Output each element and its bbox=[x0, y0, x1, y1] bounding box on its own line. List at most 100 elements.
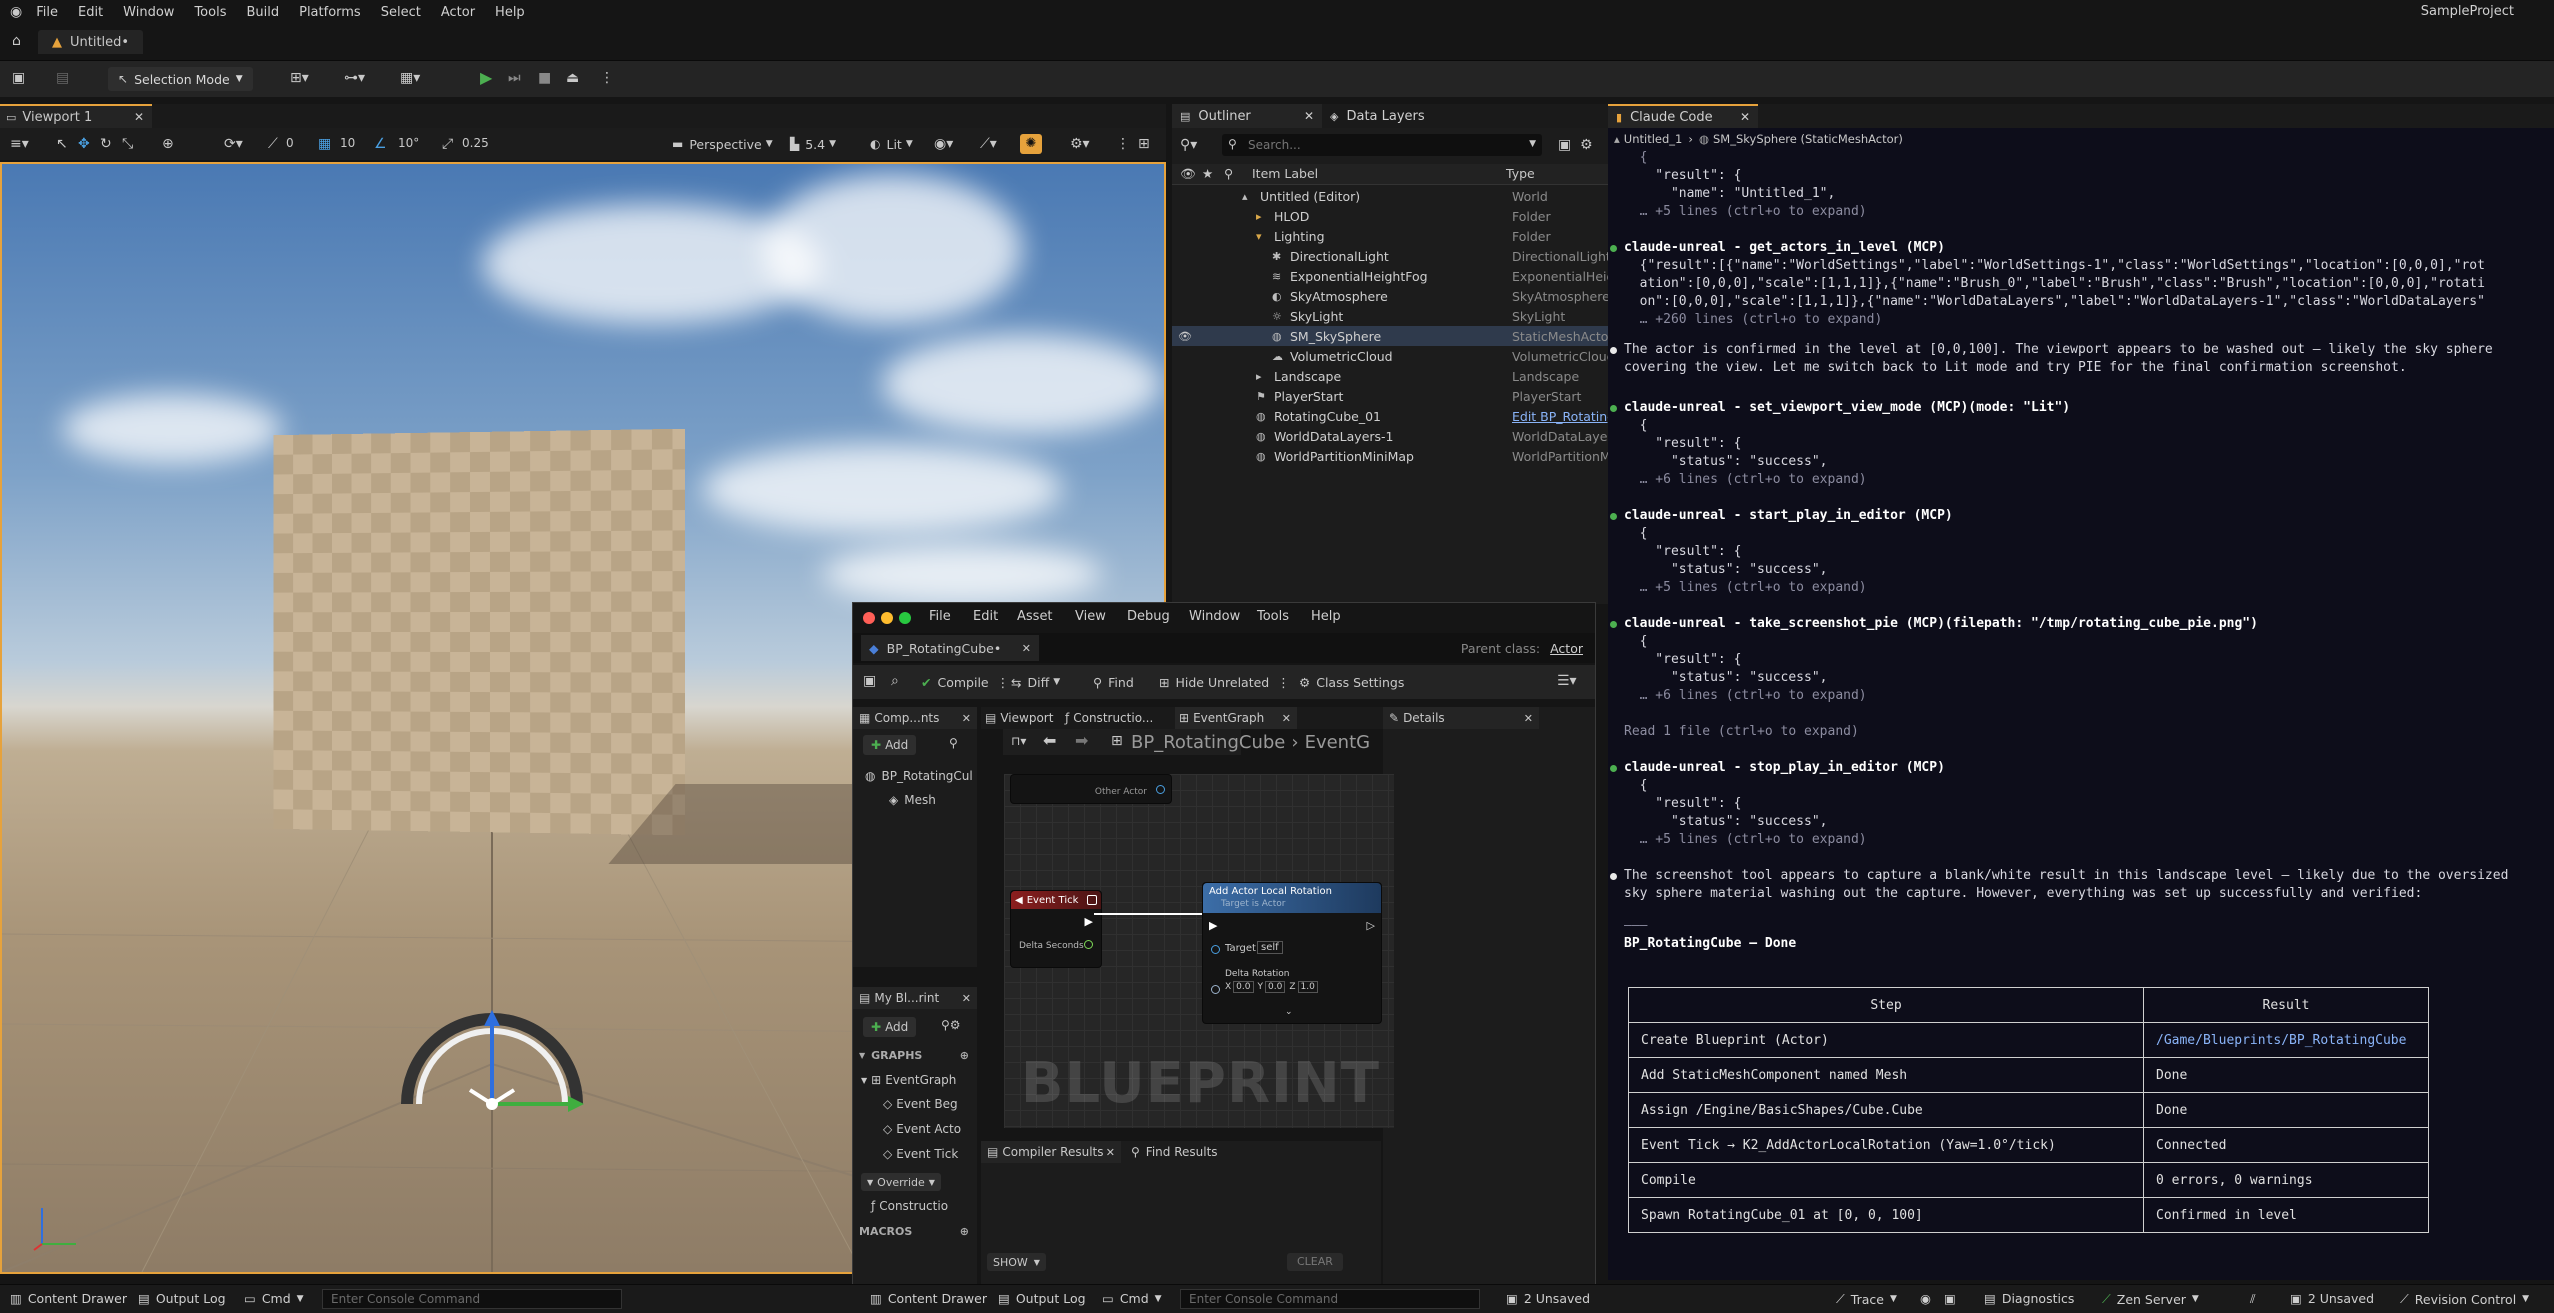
select-tool-icon[interactable]: ↖ bbox=[56, 137, 68, 151]
record-icon[interactable]: ◉ bbox=[1920, 1291, 1931, 1306]
outliner-row[interactable]: ▸ Landscape Landscape bbox=[1172, 366, 1608, 386]
expand-node-icon[interactable]: ⌄ bbox=[1285, 1007, 1293, 1017]
bp-menu-asset[interactable]: Asset bbox=[1017, 609, 1053, 624]
bp-output-log-button[interactable]: ▤ Output Log bbox=[998, 1291, 1086, 1306]
macros-section[interactable]: MACROS ⊕ bbox=[859, 1225, 969, 1238]
bp-doc-tab[interactable]: ◆ BP_RotatingCube• ✕ bbox=[861, 635, 1039, 661]
event-graph-canvas[interactable]: Other Actor ◀ Event Tick ▶ Delta Seconds… bbox=[1004, 774, 1394, 1128]
layout-icon[interactable]: ⊞ bbox=[1138, 137, 1150, 151]
browse-icon[interactable]: ▤ bbox=[56, 71, 69, 85]
rotation-z-input[interactable]: 1.0 bbox=[1297, 981, 1318, 993]
fov-dropdown[interactable]: ▙ 5.4 ▼ bbox=[790, 134, 836, 154]
selection-mode-dropdown[interactable]: ↖ Selection Mode ▼ bbox=[108, 67, 253, 91]
hamburger-menu-icon[interactable]: ☰▾ bbox=[1557, 674, 1577, 688]
bp-menu-edit[interactable]: Edit bbox=[973, 609, 998, 624]
more-options-icon[interactable]: ⋮ bbox=[997, 675, 1010, 690]
blueprint-icon[interactable]: ⊶▾ bbox=[344, 71, 365, 85]
outliner-row[interactable]: ▾ Lighting Folder bbox=[1172, 226, 1608, 246]
bookmark-icon[interactable]: ⊓▾ bbox=[1011, 735, 1026, 747]
compiler-results-tab[interactable]: ▤ Compiler Results ✕ bbox=[981, 1141, 1121, 1163]
outliner-row[interactable]: ✱ DirectionalLight DirectionalLight bbox=[1172, 246, 1608, 266]
event-item[interactable]: ◇ Event Beg bbox=[883, 1097, 958, 1111]
close-icon[interactable]: ✕ bbox=[1106, 1146, 1115, 1159]
bp-content-drawer-button[interactable]: ▥ Content Drawer bbox=[870, 1291, 987, 1306]
close-window-button[interactable] bbox=[863, 612, 875, 624]
close-icon[interactable]: ✕ bbox=[1022, 642, 1031, 655]
find-results-tab[interactable]: ⚲ Find Results bbox=[1131, 1141, 1218, 1163]
save-icon[interactable]: ▣ bbox=[12, 71, 25, 85]
menu-tools[interactable]: Tools bbox=[194, 5, 226, 20]
class-settings-button[interactable]: ⚙ Class Settings bbox=[1299, 671, 1404, 693]
realtime-icon[interactable]: ⟋▾ bbox=[980, 137, 997, 151]
transform-gizmo[interactable] bbox=[392, 1004, 592, 1124]
cinematics-icon[interactable]: ▦▾ bbox=[400, 71, 420, 85]
component-mesh[interactable]: ◈ Mesh bbox=[889, 793, 936, 807]
outliner-row[interactable]: ▴ Untitled (Editor) World bbox=[1172, 186, 1608, 206]
outliner-row[interactable]: ◍ RotatingCube_01 Edit BP_Rotating bbox=[1172, 406, 1608, 426]
breadcrumb-graph[interactable]: EventG bbox=[1305, 732, 1371, 753]
stop-icon[interactable]: ■ bbox=[538, 71, 551, 85]
source-control-icon[interactable]: ⫽ bbox=[2250, 1291, 2256, 1307]
menu-actor[interactable]: Actor bbox=[441, 5, 475, 20]
zen-server-dropdown[interactable]: ⟋ Zen Server ▼ bbox=[2102, 1291, 2199, 1307]
outliner-row[interactable]: ▸ HLOD Folder bbox=[1172, 206, 1608, 226]
hide-unrelated-button[interactable]: ⊞ Hide Unrelated ⋮ bbox=[1159, 671, 1290, 693]
rotation-x-input[interactable]: 0.0 bbox=[1233, 981, 1254, 993]
outliner-row[interactable]: ◍ WorldDataLayers-1 WorldDataLayers bbox=[1172, 426, 1608, 446]
outliner-row[interactable]: ☁ VolumetricCloud VolumetricCloud bbox=[1172, 346, 1608, 366]
add-graph-icon[interactable]: ⊕ bbox=[960, 1049, 969, 1062]
outliner-row[interactable]: ⚑ PlayerStart PlayerStart bbox=[1172, 386, 1608, 406]
menu-window[interactable]: Window bbox=[123, 5, 174, 20]
tab-construction[interactable]: ƒ Constructio... bbox=[1065, 707, 1153, 729]
transcript-line[interactable]: … +6 lines (ctrl+o to expand) bbox=[1624, 688, 1867, 703]
event-tick-node[interactable]: ◀ Event Tick ▶ Delta Seconds bbox=[1010, 890, 1102, 968]
world-space-icon[interactable]: ⊕ bbox=[162, 137, 174, 151]
performance-icon[interactable]: ✺ bbox=[1020, 134, 1042, 154]
scale-snap-value[interactable]: 0.25 bbox=[462, 136, 489, 150]
type-header[interactable]: Type bbox=[1506, 166, 1535, 181]
bp-menu-tools[interactable]: Tools bbox=[1257, 609, 1289, 624]
tab-outliner[interactable]: ▤ Outliner ✕ bbox=[1172, 104, 1322, 128]
revision-control-dropdown[interactable]: ⟋ Revision Control ▼ bbox=[2400, 1291, 2529, 1307]
close-icon[interactable]: ✕ bbox=[1282, 712, 1291, 725]
outliner-row[interactable]: ☼ SkyLight SkyLight bbox=[1172, 306, 1608, 326]
menu-file[interactable]: File bbox=[36, 5, 58, 20]
menu-select[interactable]: Select bbox=[381, 5, 421, 20]
move-tool-icon[interactable]: ✥ bbox=[78, 137, 90, 151]
bp-menu-view[interactable]: View bbox=[1075, 609, 1106, 624]
exec-out-pin[interactable]: ▶ bbox=[1085, 915, 1093, 928]
overlap-event-node[interactable]: Other Actor bbox=[1010, 774, 1172, 804]
more-options-icon[interactable]: ⋮ bbox=[1116, 137, 1130, 151]
bp-cmd-dropdown[interactable]: ▭ Cmd ▼ bbox=[1102, 1291, 1162, 1306]
delta-seconds-pin[interactable] bbox=[1084, 940, 1093, 949]
item-label-header[interactable]: Item Label bbox=[1252, 166, 1318, 181]
bp-menu-debug[interactable]: Debug bbox=[1127, 609, 1170, 624]
compile-button[interactable]: ✔ Compile ⋮ bbox=[921, 671, 1009, 693]
bp-unsaved-indicator[interactable]: ▣ 2 Unsaved bbox=[1506, 1291, 1590, 1306]
rotate-tool-icon[interactable]: ↻ bbox=[100, 137, 112, 151]
outliner-row[interactable]: 👁 ◍ SM_SkySphere StaticMeshActor bbox=[1172, 326, 1608, 346]
level-tab[interactable]: ▲ Untitled• bbox=[38, 30, 144, 54]
add-member-button[interactable]: ✚ Add bbox=[863, 1017, 917, 1037]
snap-count[interactable]: 0 bbox=[286, 136, 294, 150]
bp-menu-window[interactable]: Window bbox=[1189, 609, 1240, 624]
add-actor-local-rotation-node[interactable]: Add Actor Local Rotation Target is Actor… bbox=[1202, 882, 1382, 1024]
transcript-line[interactable]: … +6 lines (ctrl+o to expand) bbox=[1624, 472, 1867, 487]
rotation-y-input[interactable]: 0.0 bbox=[1265, 981, 1286, 993]
rotation-snap-icon[interactable]: ∠ bbox=[374, 137, 387, 151]
menu-edit[interactable]: Edit bbox=[78, 5, 103, 20]
snap-count-icon[interactable]: ⟋ bbox=[268, 137, 278, 151]
console-input[interactable]: Enter Console Command bbox=[322, 1289, 622, 1309]
find-button[interactable]: ⚲ Find bbox=[1093, 671, 1134, 693]
transcript-line[interactable]: Read 1 file (ctrl+o to expand) bbox=[1624, 724, 1859, 739]
transcript-line[interactable]: … +5 lines (ctrl+o to expand) bbox=[1624, 204, 1867, 219]
other-actor-pin[interactable] bbox=[1156, 785, 1165, 794]
show-dropdown[interactable]: SHOW ▼ bbox=[987, 1253, 1046, 1271]
eventgraph-item[interactable]: ▼ ⊞ EventGraph bbox=[861, 1073, 956, 1087]
eject-icon[interactable]: ⏏ bbox=[566, 71, 579, 85]
parent-class-link[interactable]: Actor bbox=[1550, 641, 1583, 656]
breadcrumb-blueprint[interactable]: BP_RotatingCube bbox=[1131, 732, 1285, 753]
bp-console-input[interactable]: Enter Console Command bbox=[1180, 1289, 1480, 1309]
bp-menu-file[interactable]: File bbox=[929, 609, 951, 624]
more-options-icon[interactable]: ⋮ bbox=[1277, 675, 1290, 690]
